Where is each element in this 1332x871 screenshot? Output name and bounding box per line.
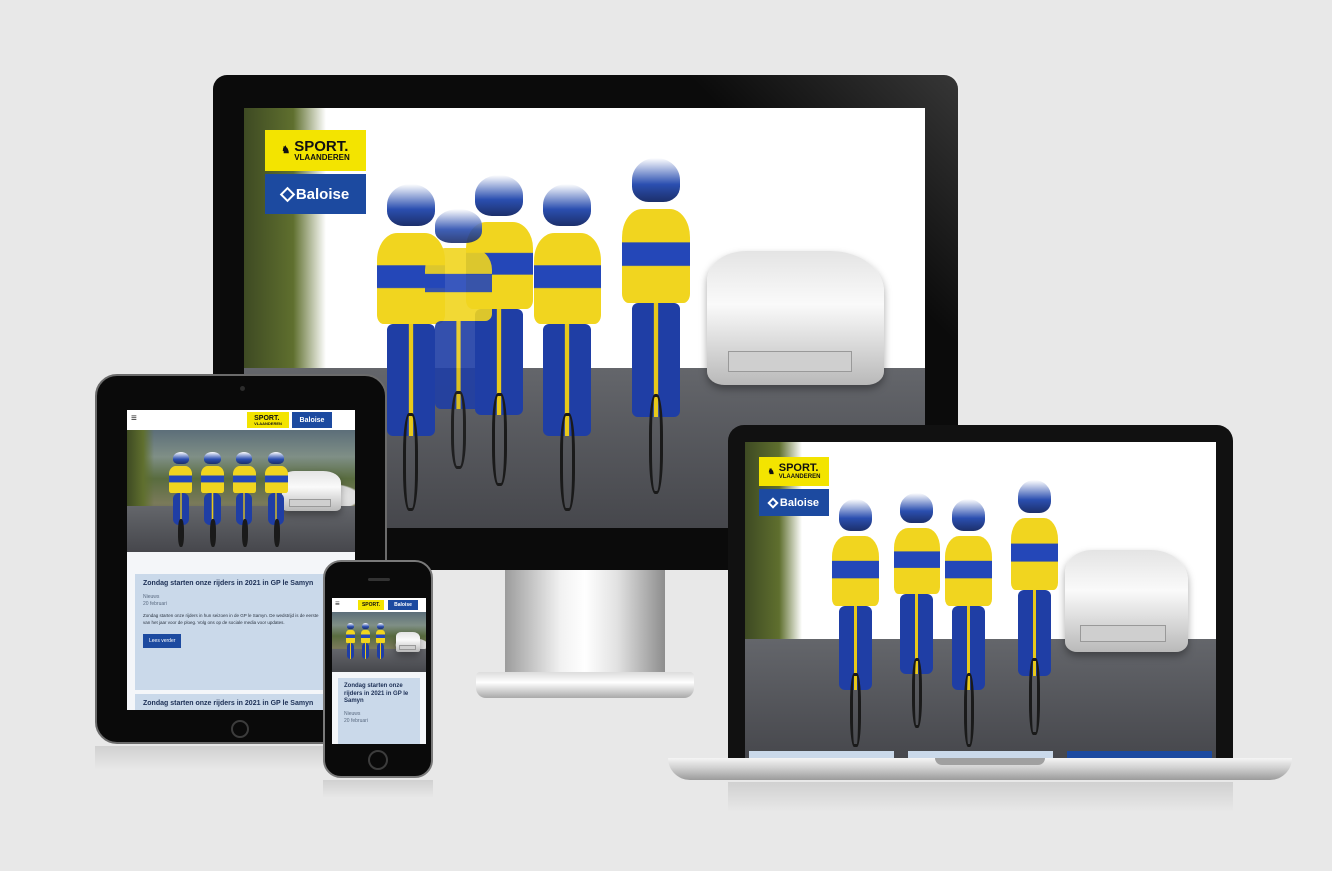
article-card[interactable]: Zondag starten onze rijders in 2021 in G…	[135, 574, 327, 690]
hamburger-menu-icon[interactable]: ≡	[335, 599, 340, 608]
nav-item-home[interactable]: Home	[980, 452, 995, 458]
nav-item-nieuws[interactable]: Nieuws	[1002, 452, 1022, 458]
phone-screen: ≡ SPORT. Baloise Zondag starten onze rij…	[332, 598, 426, 744]
baloise-logo[interactable]: Baloise	[759, 489, 829, 516]
laptop-reflection	[728, 782, 1233, 812]
article-title[interactable]: Zondag starten onze rijders in 2021 in G…	[143, 700, 319, 709]
sport-vlaanderen-logo[interactable]: SPORT.	[358, 600, 384, 610]
hamburger-menu-icon[interactable]: ≡	[131, 413, 137, 424]
tablet-screen: ≡ SPORT. VLAANDEREN Baloise Zondag start…	[127, 410, 355, 710]
team-car	[282, 471, 342, 511]
phone-hero-image	[332, 612, 426, 672]
baloise-logo[interactable]: Baloise	[265, 174, 366, 214]
facebook-icon[interactable]	[1174, 452, 1180, 458]
lion-icon: ♞	[767, 467, 775, 476]
phone-speaker	[368, 578, 390, 581]
laptop: ♞ SPORT. VLAANDEREN Baloise Home Nieuws …	[728, 425, 1233, 760]
phone: ≡ SPORT. Baloise Zondag starten onze rij…	[323, 560, 433, 778]
nav-item-home[interactable]: Home	[594, 121, 615, 128]
article-date: 20 februari	[143, 600, 167, 607]
article-title[interactable]: Zondag starten onze rijders in 2021 in G…	[344, 683, 414, 706]
monitor-base	[476, 672, 694, 698]
twitter-icon[interactable]	[1200, 452, 1206, 458]
baloise-diamond-icon	[767, 496, 779, 509]
team-car	[395, 632, 421, 652]
article-category: Nieuws	[143, 593, 160, 600]
article-date: 20 februari	[344, 717, 368, 724]
instagram-icon[interactable]	[885, 120, 893, 128]
nav-item-partners[interactable]: Partners	[820, 121, 857, 128]
nav-item-team[interactable]: Team ⌄	[731, 120, 758, 128]
nav-item-fanzone[interactable]: Fanzone ⌄	[769, 120, 810, 128]
monitor-stand	[505, 570, 665, 674]
facebook-icon[interactable]	[867, 120, 875, 128]
main-nav: Home Nieuws Wedstrijden ⌄ Team ⌄ Fanzone…	[980, 452, 1206, 458]
baloise-logo[interactable]: Baloise	[292, 412, 332, 428]
laptop-notch	[935, 758, 1045, 765]
article-title[interactable]: Zondag starten onze rijders in 2021 in G…	[143, 580, 319, 589]
nav-item-team[interactable]: Team ⌄	[1078, 452, 1097, 458]
sport-vlaanderen-logo[interactable]: ♞ SPORT. VLAANDEREN	[265, 130, 366, 171]
twitter-icon[interactable]	[903, 120, 911, 128]
team-car	[1065, 550, 1188, 652]
phone-home-button[interactable]	[368, 750, 388, 770]
tablet-camera	[240, 386, 245, 391]
nav-item-fanzone[interactable]: Fanzone ⌄	[1104, 452, 1133, 458]
instagram-icon[interactable]	[1187, 452, 1193, 458]
laptop-hero-image: ♞ SPORT. VLAANDEREN Baloise Home Nieuws …	[745, 442, 1216, 760]
article-card[interactable]: Zondag starten onze rijders in 2021 in G…	[135, 694, 327, 710]
read-more-button[interactable]: Lees verder	[143, 634, 182, 649]
phone-reflection	[323, 780, 433, 798]
team-car	[707, 250, 885, 386]
article-excerpt: Zondag starten onze rijders in hun seizo…	[143, 612, 319, 625]
tablet-hero-image	[127, 430, 355, 552]
sport-vlaanderen-logo[interactable]: ♞ SPORT. VLAANDEREN	[759, 457, 829, 486]
tablet-header: ≡ SPORT. VLAANDEREN Baloise	[127, 410, 355, 430]
lion-icon: ♞	[281, 145, 291, 156]
sport-vlaanderen-logo[interactable]: SPORT. VLAANDEREN	[247, 412, 289, 428]
baloise-diamond-icon	[279, 186, 296, 202]
phone-header: ≡ SPORT. Baloise	[332, 598, 426, 612]
tablet-home-button[interactable]	[231, 720, 249, 738]
nav-item-nieuws[interactable]: Nieuws	[625, 121, 653, 128]
main-nav: Home Nieuws Wedstrijden ⌄ Team ⌄ Fanzone…	[594, 120, 911, 128]
nav-item-partners[interactable]: Partners	[1140, 452, 1167, 458]
nav-item-wedstrijden[interactable]: Wedstrijden ⌄	[663, 120, 721, 128]
article-category: Nieuws	[344, 710, 361, 717]
baloise-logo[interactable]: Baloise	[388, 600, 418, 610]
nav-item-wedstrijden[interactable]: Wedstrijden ⌄	[1029, 452, 1071, 458]
article-card[interactable]: Zondag starten onze rijders in 2021 in G…	[338, 678, 420, 744]
